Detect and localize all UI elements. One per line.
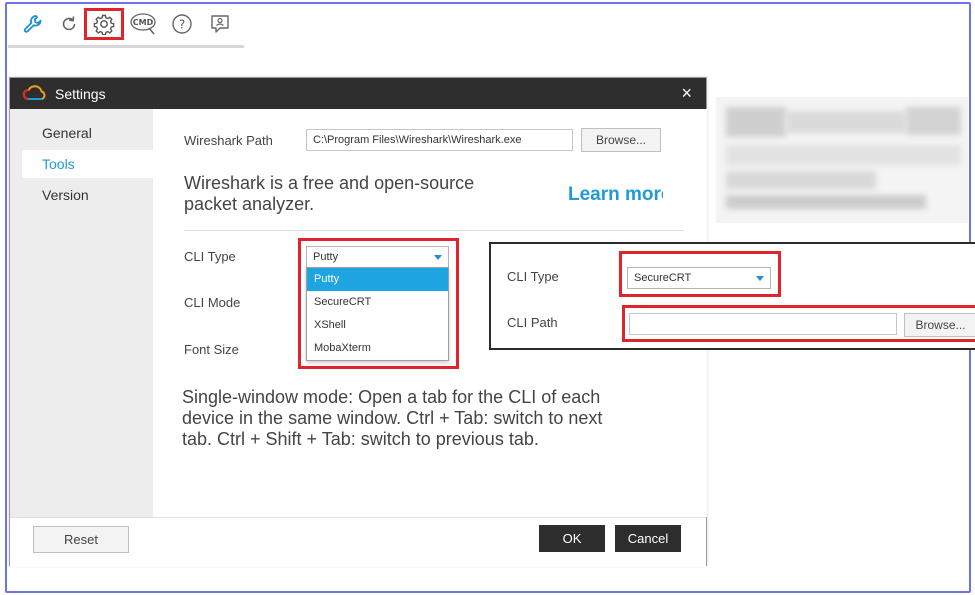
blurred-region (716, 97, 968, 223)
cli-type-label: CLI Type (184, 249, 236, 264)
dropdown-option-mobaxterm[interactable]: MobaXterm (307, 337, 448, 360)
callout-cli-path-label: CLI Path (507, 315, 558, 330)
cli-path-callout: CLI Type CLI Path SecureCRT Browse... (489, 242, 975, 350)
divider (184, 230, 684, 231)
callout-cli-type-label: CLI Type (507, 269, 559, 284)
settings-gear-icon[interactable] (84, 8, 124, 40)
cli-mode-description: Single-window mode: Open a tab for the C… (182, 387, 662, 450)
cmd-icon-text: CMD (133, 18, 154, 27)
cmd-icon[interactable]: CMD (129, 10, 159, 38)
learn-more-link[interactable]: Learn more (568, 184, 663, 206)
dialog-titlebar: Settings × (10, 78, 706, 109)
settings-sidebar: General Tools Version (10, 109, 153, 517)
sidebar-item-version[interactable]: Version (22, 181, 153, 209)
dialog-footer: Reset OK Cancel (10, 517, 706, 567)
cli-type-selected-value: Putty (313, 251, 339, 263)
dialog-title: Settings (55, 86, 106, 102)
chevron-down-icon (434, 255, 442, 260)
wireshark-path-input[interactable] (306, 129, 573, 151)
dropdown-option-xshell[interactable]: XShell (307, 314, 448, 337)
wireshark-path-label: Wireshark Path (184, 133, 273, 148)
callout-cli-path-input[interactable] (629, 313, 897, 335)
help-icon[interactable]: ? (168, 10, 196, 38)
reset-button[interactable]: Reset (33, 526, 129, 553)
wireshark-description-line: packet analyzer. (184, 194, 315, 214)
cli-mode-description-line: tab. Ctrl + Shift + Tab: switch to previ… (182, 429, 539, 449)
wireshark-description-line: Wireshark is a free and open-source (184, 173, 475, 193)
dropdown-option-securecrt[interactable]: SecureCRT (307, 291, 448, 314)
callout-cli-type-value: SecureCRT (634, 272, 692, 284)
callout-cli-type-select[interactable]: SecureCRT (627, 267, 771, 289)
top-toolbar: CMD ? (8, 4, 244, 48)
help-icon-glyph: ? (179, 18, 185, 32)
cancel-button[interactable]: Cancel (615, 525, 681, 552)
ok-button[interactable]: OK (539, 525, 605, 552)
cli-mode-description-line: Single-window mode: Open a tab for the C… (182, 387, 601, 407)
callout-browse-button[interactable]: Browse... (904, 313, 975, 337)
feedback-icon[interactable] (206, 10, 234, 38)
close-icon[interactable]: × (681, 83, 692, 104)
wireshark-description: Wireshark is a free and open-source pack… (184, 173, 524, 215)
chevron-down-icon (756, 276, 764, 281)
font-size-label: Font Size (184, 342, 239, 357)
refresh-icon[interactable] (55, 10, 83, 38)
wrench-icon[interactable] (19, 10, 47, 38)
cli-mode-description-line: device in the same window. Ctrl + Tab: s… (182, 408, 603, 428)
cli-mode-label: CLI Mode (184, 295, 241, 310)
sidebar-item-tools[interactable]: Tools (22, 150, 153, 178)
cli-type-select[interactable]: Putty (306, 246, 449, 268)
cli-type-dropdown: Putty SecureCRT XShell MobaXterm (306, 267, 449, 361)
cloud-logo-icon (22, 85, 48, 106)
dropdown-option-putty[interactable]: Putty (307, 268, 448, 291)
wireshark-browse-button[interactable]: Browse... (581, 128, 661, 152)
sidebar-item-general[interactable]: General (22, 119, 153, 147)
